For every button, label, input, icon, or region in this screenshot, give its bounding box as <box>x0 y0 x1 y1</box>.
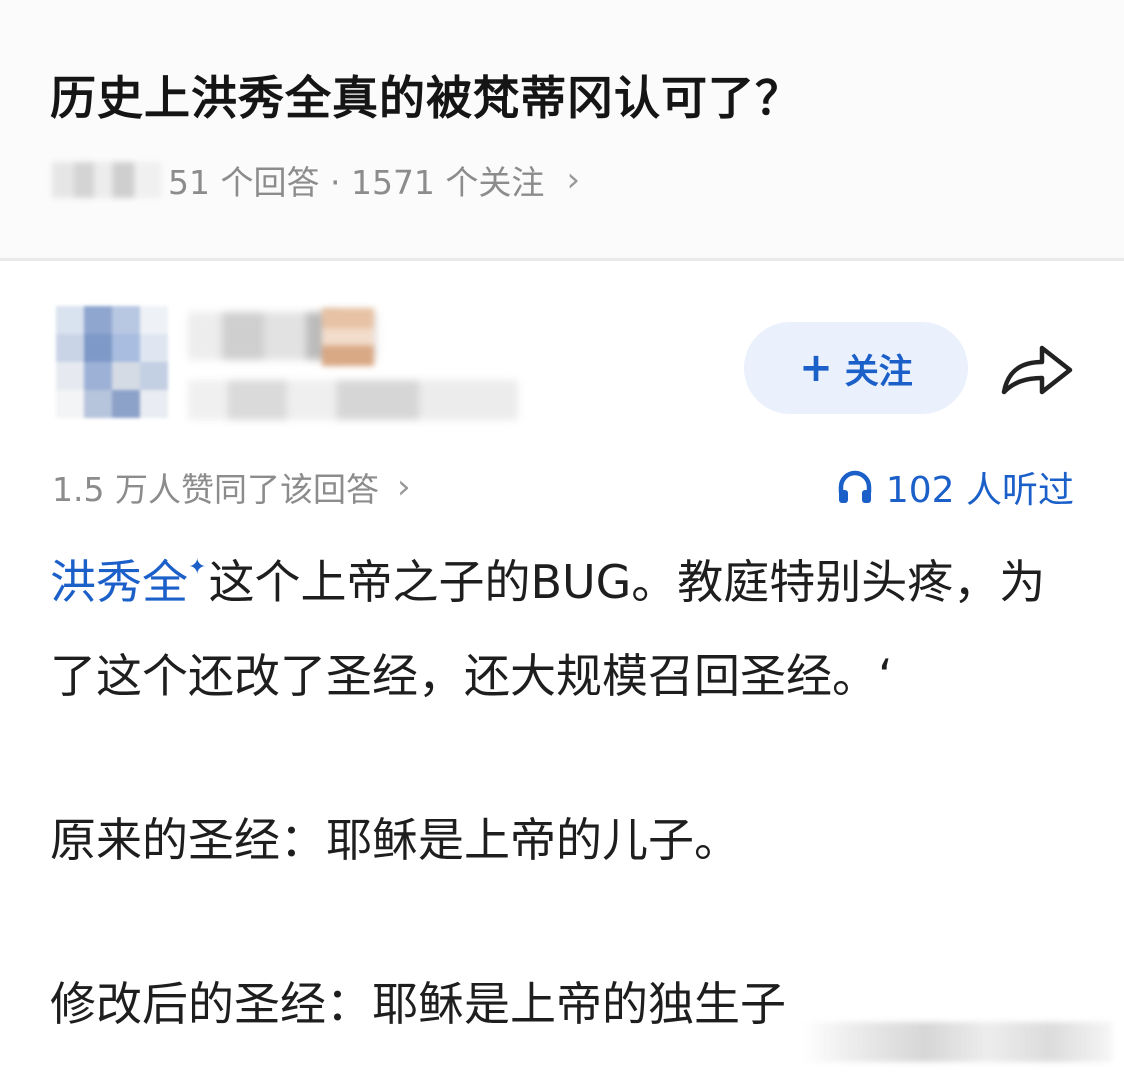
sparkle-icon: ✦ <box>188 555 207 580</box>
blurred-topic <box>52 162 162 198</box>
upvote-summary[interactable]: 1.5 万人赞同了该回答 › <box>52 462 411 512</box>
question-header: 历史上洪秀全真的被梵蒂冈认可了？ 51 个回答 · 1571 个关注 › <box>0 0 1124 258</box>
headphone-icon <box>838 470 872 503</box>
question-meta[interactable]: 51 个回答 · 1571 个关注 › <box>52 158 580 202</box>
follow-label: 关注 <box>844 351 913 392</box>
avatar[interactable] <box>56 306 168 418</box>
plus-icon: + <box>799 345 833 391</box>
follow-button[interactable]: + 关注 <box>744 322 968 414</box>
section-divider <box>0 258 1124 261</box>
listen-count[interactable]: 102 人听过 <box>836 462 1074 512</box>
watermark <box>802 1022 1112 1062</box>
answer-body: 洪秀全✦这个上帝之子的BUG。教庭特别头疼，为了这个还改了圣经，还大规模召回圣经… <box>50 540 1060 1046</box>
answer-paragraph: 原来的圣经：耶稣是上帝的儿子。 <box>50 813 740 867</box>
chevron-right-icon: › <box>566 160 581 200</box>
author-badge <box>322 308 374 366</box>
listen-text: 102 人听过 <box>885 470 1074 511</box>
entity-link[interactable]: 洪秀全 <box>50 555 188 609</box>
answer-paragraph: 洪秀全✦这个上帝之子的BUG。教庭特别头疼，为了这个还改了圣经，还大规模召回圣经… <box>50 540 1060 718</box>
chevron-right-icon: › <box>396 467 411 507</box>
author-bio <box>188 380 518 420</box>
share-arrow-icon[interactable] <box>998 340 1076 404</box>
question-stats: 51 个回答 · 1571 个关注 <box>168 163 545 202</box>
question-title[interactable]: 历史上洪秀全真的被梵蒂冈认可了？ <box>50 62 802 128</box>
upvote-text: 1.5 万人赞同了该回答 <box>52 470 379 509</box>
